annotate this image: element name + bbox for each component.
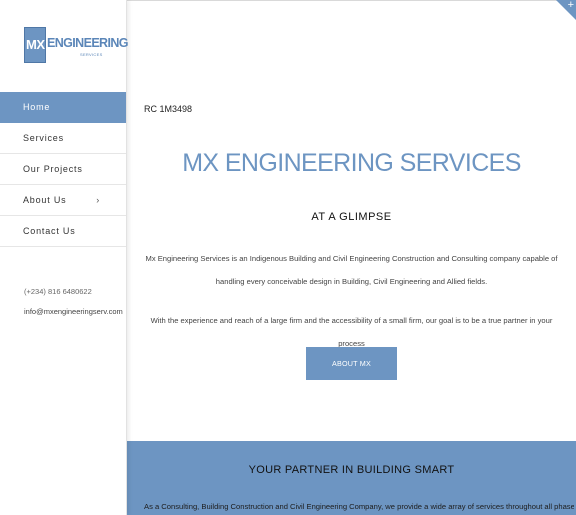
- contact-phone[interactable]: (+234) 816 6480622: [24, 287, 123, 296]
- nav-item-label: Our Projects: [23, 164, 83, 174]
- nav-item-our-projects[interactable]: Our Projects: [0, 154, 126, 185]
- chevron-right-icon: ›: [96, 195, 100, 205]
- nav-item-services[interactable]: Services: [0, 123, 126, 154]
- nav-item-about-us[interactable]: About Us ›: [0, 185, 126, 216]
- sidebar: MX ENGINEERING SERVICES Home Services Ou…: [0, 0, 129, 515]
- nav-item-label: Contact Us: [23, 226, 76, 236]
- contact-email[interactable]: info@mxengineeringserv.com: [24, 307, 123, 316]
- registration-number: RC 1M3498: [144, 104, 193, 114]
- nav-item-label: Home: [23, 102, 51, 112]
- main-content: RC 1M3498 MX ENGINEERING SERVICES AT A G…: [127, 0, 576, 515]
- partner-section-title: YOUR PARTNER IN BUILDING SMART: [248, 464, 455, 476]
- nav-item-home[interactable]: Home: [0, 92, 126, 123]
- nav-item-contact-us[interactable]: Contact Us: [0, 216, 126, 247]
- contact-info: (+234) 816 6480622 info@mxengineeringser…: [24, 287, 123, 327]
- logo-services-text: SERVICES: [80, 52, 103, 57]
- section-subtitle: AT A GLIMPSE: [311, 211, 392, 223]
- partner-section: YOUR PARTNER IN BUILDING SMART As a Cons…: [127, 441, 576, 515]
- page-title: MX ENGINEERING SERVICES: [182, 149, 521, 177]
- logo-mark: MX: [24, 27, 46, 63]
- nav-item-label: Services: [23, 133, 64, 143]
- company-logo[interactable]: MX ENGINEERING SERVICES: [24, 27, 129, 65]
- logo-engineering-text: ENGINEERING: [47, 36, 129, 50]
- nav-item-label: About Us: [23, 195, 67, 205]
- plus-icon[interactable]: +: [568, 0, 574, 11]
- logo-mx-text: MX: [26, 37, 45, 52]
- intro-paragraph: Mx Engineering Services is an Indigenous…: [145, 254, 558, 286]
- sidebar-nav: Home Services Our Projects About Us › Co…: [0, 92, 126, 247]
- partner-section-text: As a Consulting, Building Construction a…: [144, 502, 574, 511]
- about-button[interactable]: ABOUT MX ENGINEERING: [306, 347, 397, 401]
